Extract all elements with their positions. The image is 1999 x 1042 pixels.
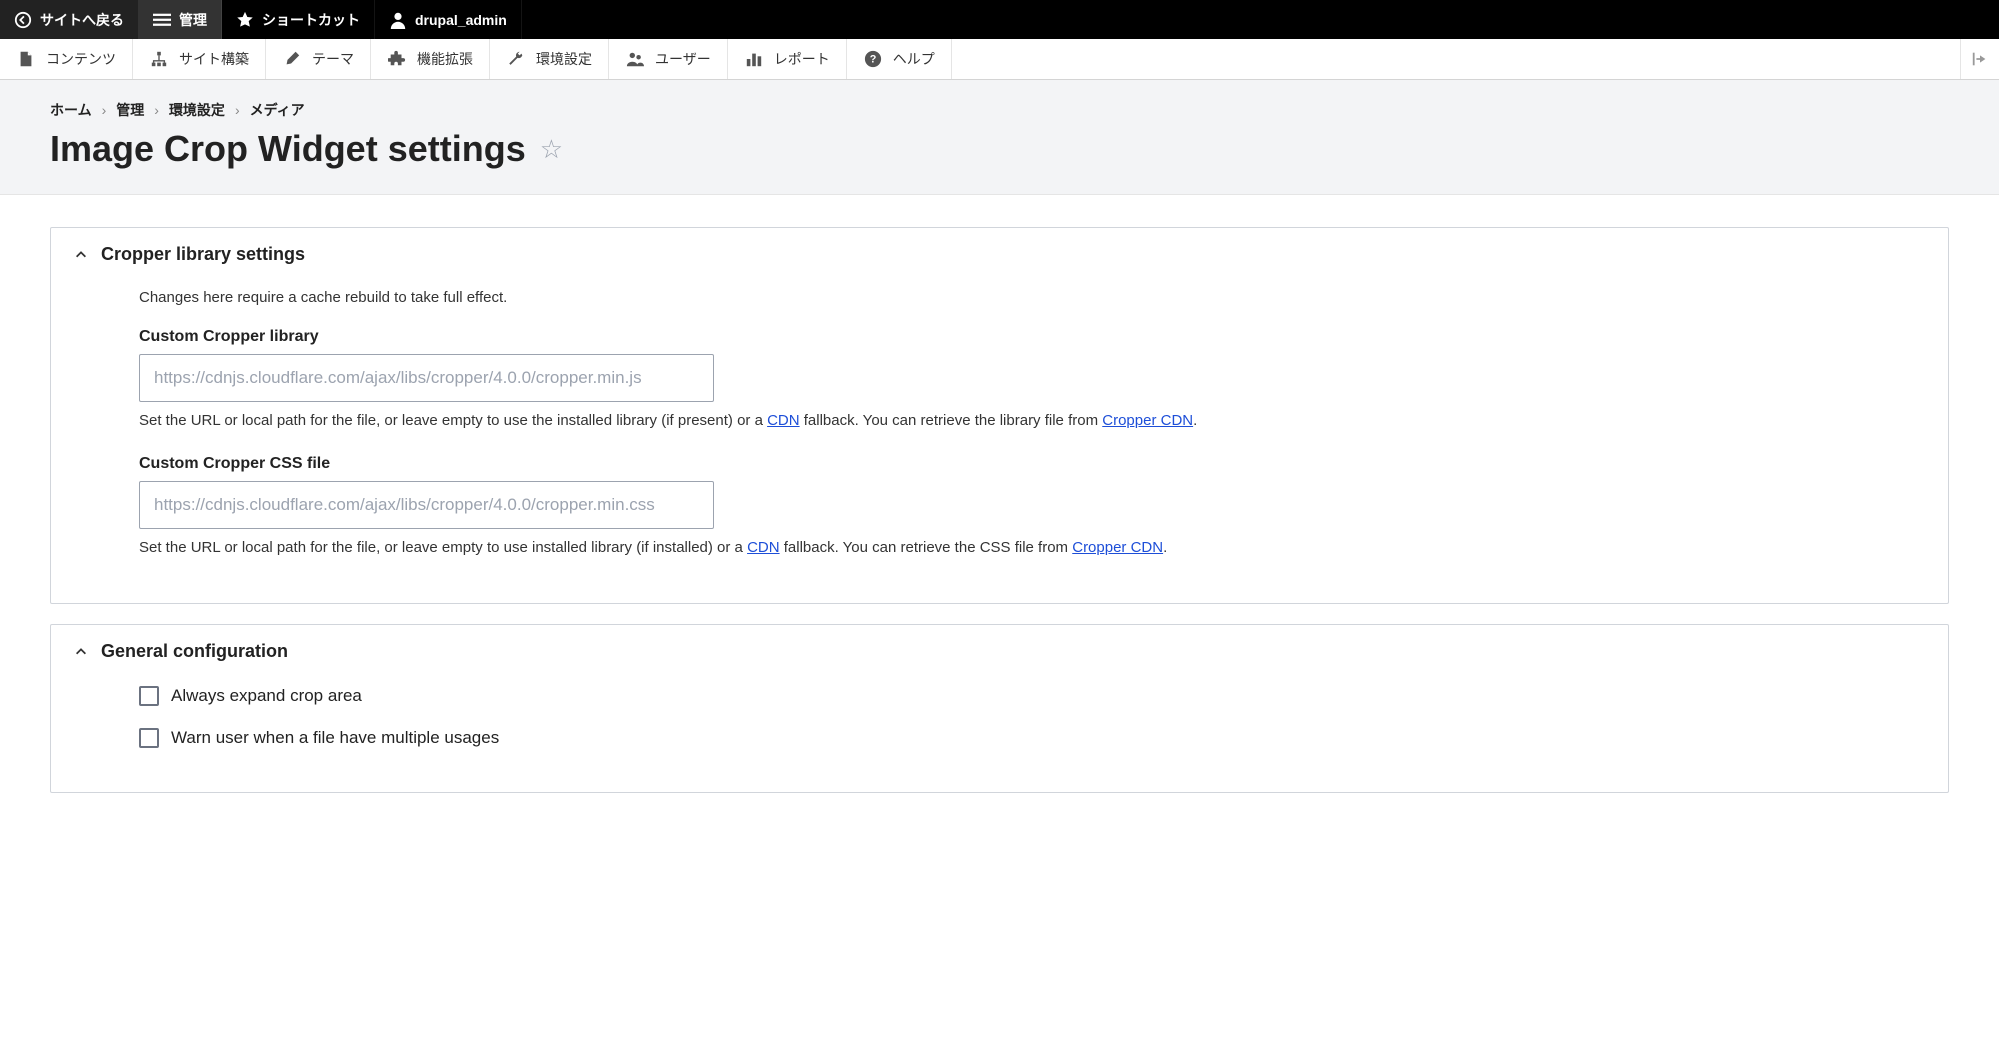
people-icon xyxy=(625,49,645,69)
menu-reports-label: レポート xyxy=(774,49,830,69)
page-title: Image Crop Widget settings xyxy=(50,128,526,170)
custom-cropper-css-field: Custom Cropper CSS file Set the URL or l… xyxy=(139,455,1926,560)
cropper-cdn-link[interactable]: Cropper CDN xyxy=(1102,412,1193,429)
collapse-icon xyxy=(1971,50,1989,68)
star-outline-icon: ☆ xyxy=(540,134,563,164)
puzzle-icon xyxy=(387,49,407,69)
general-configuration-toggle[interactable]: General configuration xyxy=(51,625,1948,678)
back-to-site-link[interactable]: サイトへ戻る xyxy=(0,0,139,39)
cropper-library-settings-panel: Cropper library settings Changes here re… xyxy=(50,227,1949,604)
file-icon xyxy=(16,49,36,69)
general-configuration-title: General configuration xyxy=(101,641,288,662)
custom-cropper-css-desc: Set the URL or local path for the file, … xyxy=(139,537,1926,560)
custom-cropper-css-label: Custom Cropper CSS file xyxy=(139,455,1926,473)
svg-text:?: ? xyxy=(869,54,876,66)
cdn-link[interactable]: CDN xyxy=(747,539,780,556)
general-configuration-panel: General configuration Always expand crop… xyxy=(50,624,1949,793)
menu-people[interactable]: ユーザー xyxy=(609,39,728,79)
cache-rebuild-note: Changes here require a cache rebuild to … xyxy=(139,289,1926,306)
admin-toolbar: サイトへ戻る 管理 ショートカット drupal_admin xyxy=(0,0,1999,39)
menu-config-label: 環境設定 xyxy=(536,49,592,69)
back-to-site-label: サイトへ戻る xyxy=(40,10,124,30)
menu-help-label: ヘルプ xyxy=(893,49,935,69)
bar-chart-icon xyxy=(744,49,764,69)
menu-reports[interactable]: レポート xyxy=(728,39,847,79)
general-configuration-body: Always expand crop area Warn user when a… xyxy=(51,678,1948,792)
chevron-up-icon xyxy=(73,644,89,660)
cropper-library-settings-body: Changes here require a cache rebuild to … xyxy=(51,281,1948,603)
menu-extend-label: 機能拡張 xyxy=(417,49,473,69)
warn-multiple-usages-label[interactable]: Warn user when a file have multiple usag… xyxy=(171,728,499,748)
breadcrumb-config[interactable]: 環境設定 xyxy=(169,100,225,120)
menu-content-label: コンテンツ xyxy=(46,49,116,69)
menu-help[interactable]: ? ヘルプ xyxy=(847,39,952,79)
warn-multiple-usages-item: Warn user when a file have multiple usag… xyxy=(139,728,1926,748)
wrench-icon xyxy=(506,49,526,69)
breadcrumb-sep: › xyxy=(154,102,159,118)
user-menu[interactable]: drupal_admin xyxy=(375,0,522,39)
always-expand-crop-area-label[interactable]: Always expand crop area xyxy=(171,686,362,706)
warn-multiple-usages-checkbox[interactable] xyxy=(139,728,159,748)
user-label: drupal_admin xyxy=(415,12,507,28)
breadcrumb-admin[interactable]: 管理 xyxy=(116,100,144,120)
menu-appearance-label: テーマ xyxy=(312,49,354,69)
cropper-cdn-link[interactable]: Cropper CDN xyxy=(1072,539,1163,556)
chevron-up-icon xyxy=(73,247,89,263)
custom-cropper-library-field: Custom Cropper library Set the URL or lo… xyxy=(139,328,1926,433)
shortcuts-link[interactable]: ショートカット xyxy=(222,0,375,39)
shortcuts-label: ショートカット xyxy=(262,10,360,30)
user-icon xyxy=(389,11,407,29)
menu-people-label: ユーザー xyxy=(655,49,711,69)
menu-config[interactable]: 環境設定 xyxy=(490,39,609,79)
hamburger-icon xyxy=(153,11,171,29)
hierarchy-icon xyxy=(149,49,169,69)
menu-extend[interactable]: 機能拡張 xyxy=(371,39,490,79)
menu-content[interactable]: コンテンツ xyxy=(0,39,133,79)
breadcrumb: ホーム › 管理 › 環境設定 › メディア xyxy=(50,100,1949,120)
main-content: Cropper library settings Changes here re… xyxy=(0,195,1999,845)
breadcrumb-sep: › xyxy=(235,102,240,118)
always-expand-crop-area-checkbox[interactable] xyxy=(139,686,159,706)
add-shortcut-button[interactable]: ☆ xyxy=(540,136,563,162)
menu-structure[interactable]: サイト構築 xyxy=(133,39,266,79)
custom-cropper-library-desc: Set the URL or local path for the file, … xyxy=(139,410,1926,433)
custom-cropper-library-label: Custom Cropper library xyxy=(139,328,1926,346)
menu-appearance[interactable]: テーマ xyxy=(266,39,371,79)
toolbar-orientation-toggle[interactable] xyxy=(1960,39,1999,79)
always-expand-crop-area-item: Always expand crop area xyxy=(139,686,1926,706)
custom-cropper-library-input[interactable] xyxy=(139,354,714,402)
star-icon xyxy=(236,11,254,29)
breadcrumb-home[interactable]: ホーム xyxy=(50,100,92,120)
cdn-link[interactable]: CDN xyxy=(767,412,800,429)
cropper-library-settings-title: Cropper library settings xyxy=(101,244,305,265)
manage-toggle[interactable]: 管理 xyxy=(139,0,222,39)
help-icon: ? xyxy=(863,49,883,69)
breadcrumb-sep: › xyxy=(102,102,107,118)
menu-structure-label: サイト構築 xyxy=(179,49,249,69)
spacer xyxy=(952,39,1960,79)
admin-menu: コンテンツ サイト構築 テーマ 機能拡張 環境設定 ユーザー レポート ? ヘル… xyxy=(0,39,1999,80)
back-arrow-icon xyxy=(14,11,32,29)
breadcrumb-media[interactable]: メディア xyxy=(250,100,305,120)
manage-label: 管理 xyxy=(179,10,207,30)
paintbrush-icon xyxy=(282,49,302,69)
custom-cropper-css-input[interactable] xyxy=(139,481,714,529)
page-header: ホーム › 管理 › 環境設定 › メディア Image Crop Widget… xyxy=(0,80,1999,195)
cropper-library-settings-toggle[interactable]: Cropper library settings xyxy=(51,228,1948,281)
